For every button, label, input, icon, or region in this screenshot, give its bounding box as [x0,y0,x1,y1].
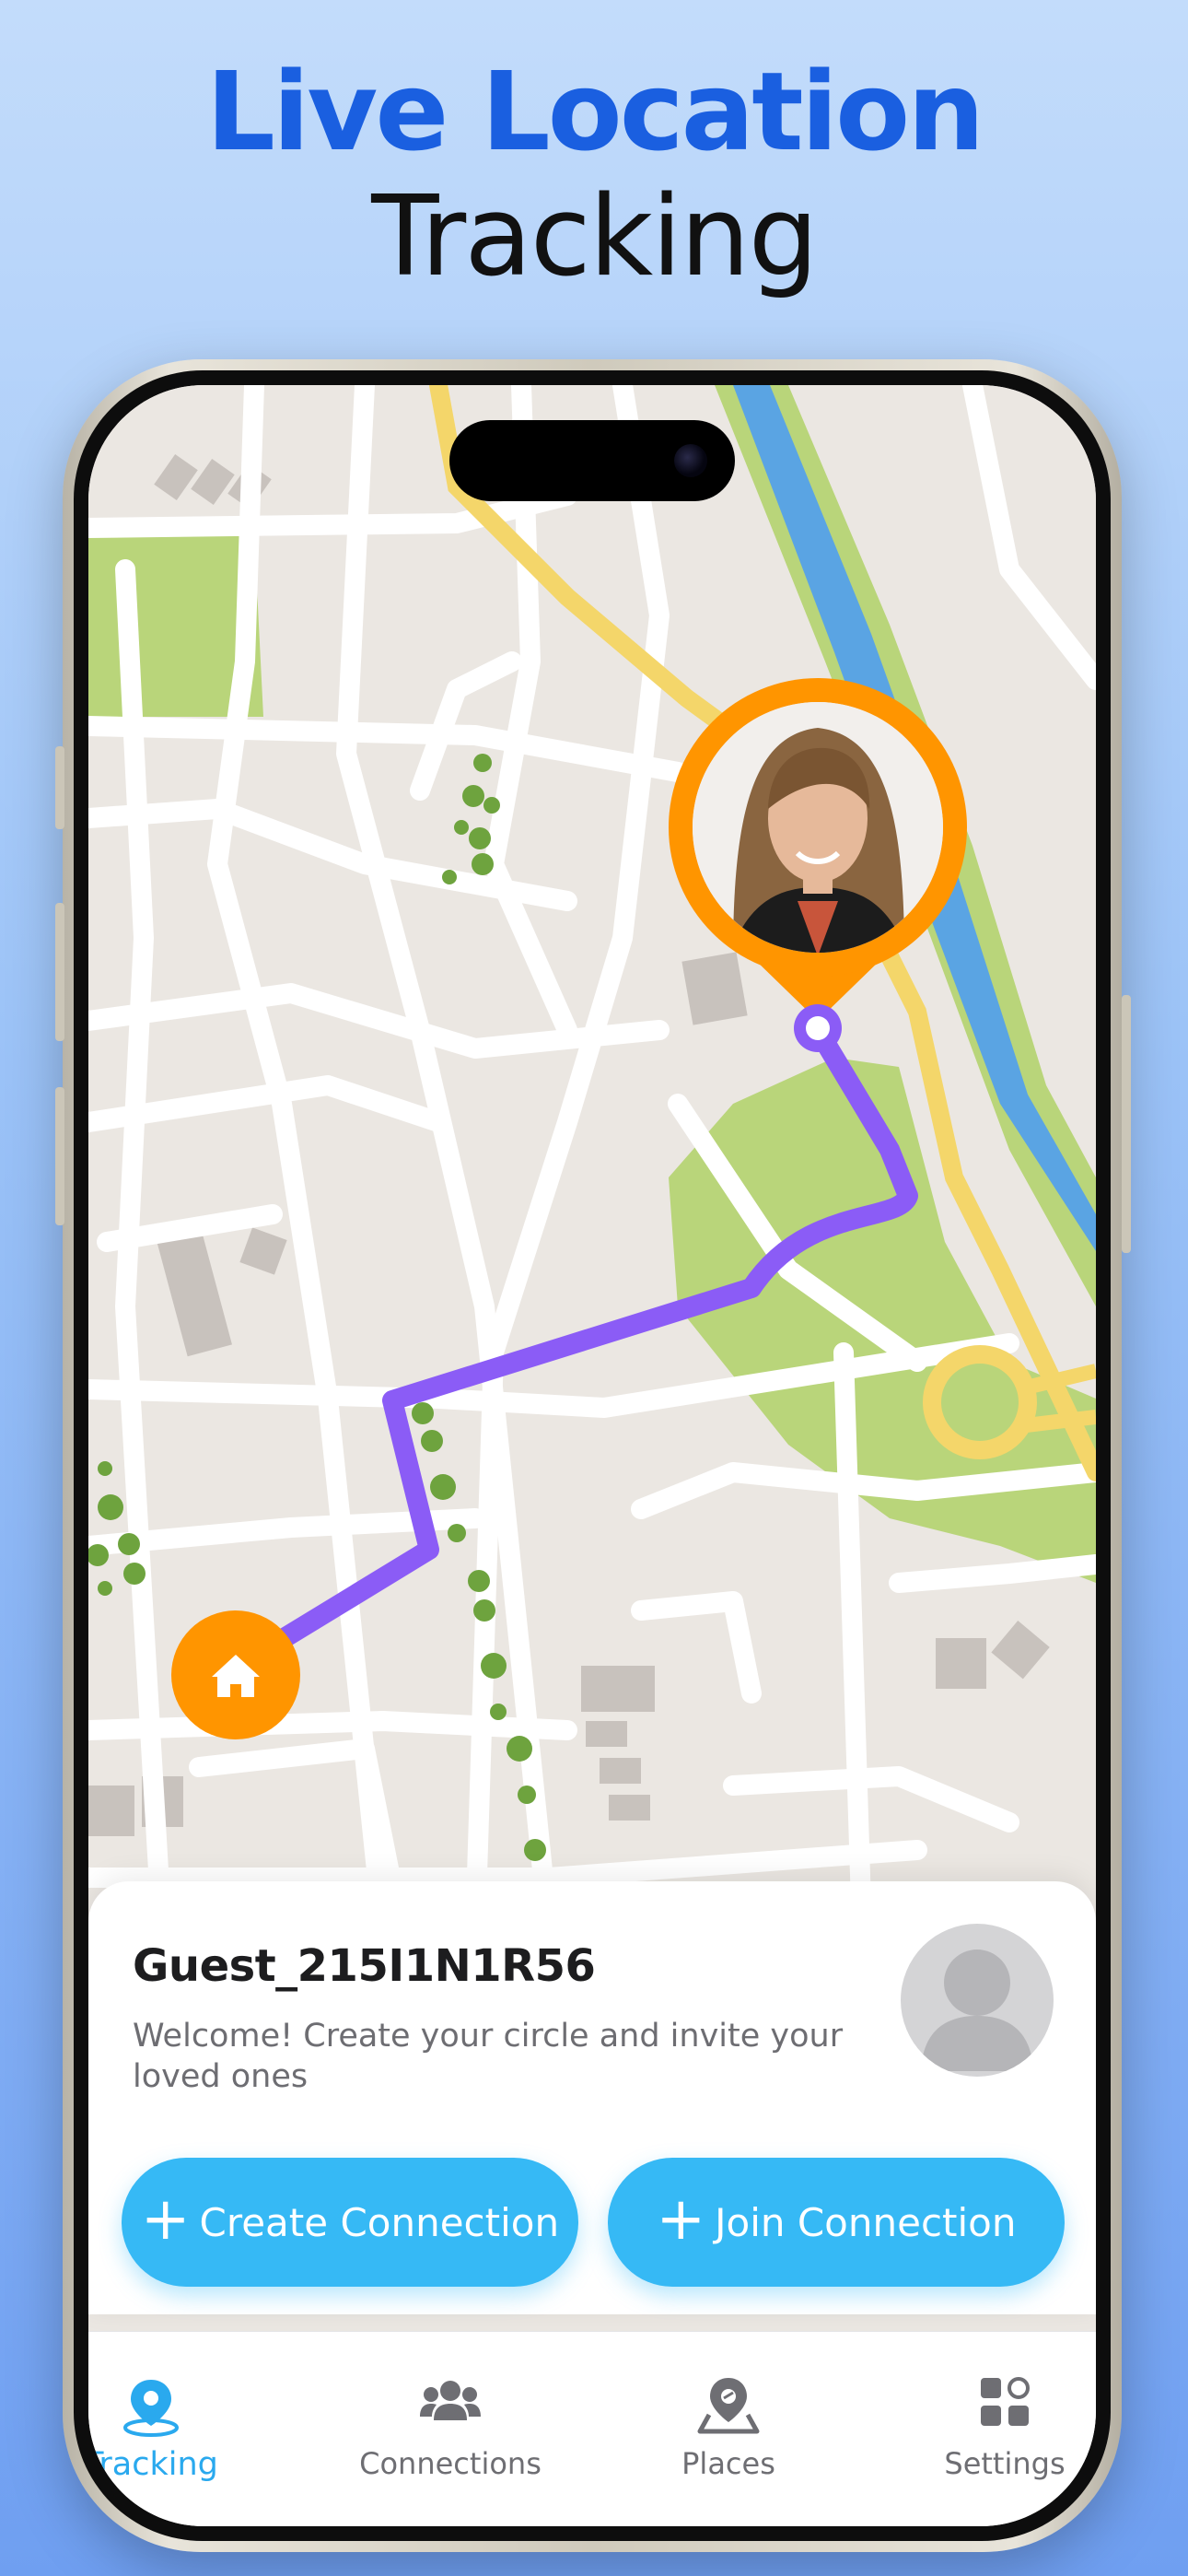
tab-places[interactable]: Places [609,2332,848,2481]
home-marker-icon[interactable] [171,1610,300,1739]
create-connection-label: Create Connection [199,2199,560,2245]
side-button-volume-up [55,903,64,1041]
plus-icon: + [656,2185,706,2254]
tab-bar: Tracking Connections Places Settings [88,2331,1096,2526]
tab-settings-label: Settings [944,2446,1066,2481]
map-view[interactable] [88,385,1096,1933]
avatar-placeholder-icon [921,1950,1033,2071]
people-icon [420,2381,481,2420]
create-connection-button[interactable]: + Create Connection [122,2158,578,2287]
headline-subtitle: Tracking [371,173,819,301]
grid-icon [981,2377,1030,2426]
side-button-power [1122,995,1131,1253]
dynamic-island [449,420,735,501]
tab-connections[interactable]: Connections [331,2332,570,2481]
welcome-card: Guest_215I1N1R56 Welcome! Create your ci… [88,1881,1096,2314]
headline-title: Live Location [205,48,984,175]
headline: Live Location Tracking [0,57,1188,293]
camera-icon [674,444,707,477]
plus-icon: + [140,2185,191,2254]
location-pin-icon [123,2380,179,2437]
tab-connections-label: Connections [359,2446,542,2481]
tab-settings[interactable]: Settings [885,2332,1096,2481]
avatar[interactable] [901,1924,1054,2077]
welcome-text: Welcome! Create your circle and invite y… [133,2018,844,2095]
username: Guest_215I1N1R56 [133,1940,596,1992]
map-pin-icon [697,2378,760,2434]
phone-screen: Guest_215I1N1R56 Welcome! Create your ci… [88,385,1096,2526]
join-connection-button[interactable]: + Join Connection [608,2158,1065,2287]
tab-tracking-label: Tracking [88,2446,218,2483]
side-button-mute [55,746,64,829]
join-connection-label: Join Connection [715,2199,1017,2245]
tab-tracking[interactable]: Tracking [88,2332,271,2483]
tab-places-label: Places [681,2446,775,2481]
side-button-volume-down [55,1087,64,1225]
